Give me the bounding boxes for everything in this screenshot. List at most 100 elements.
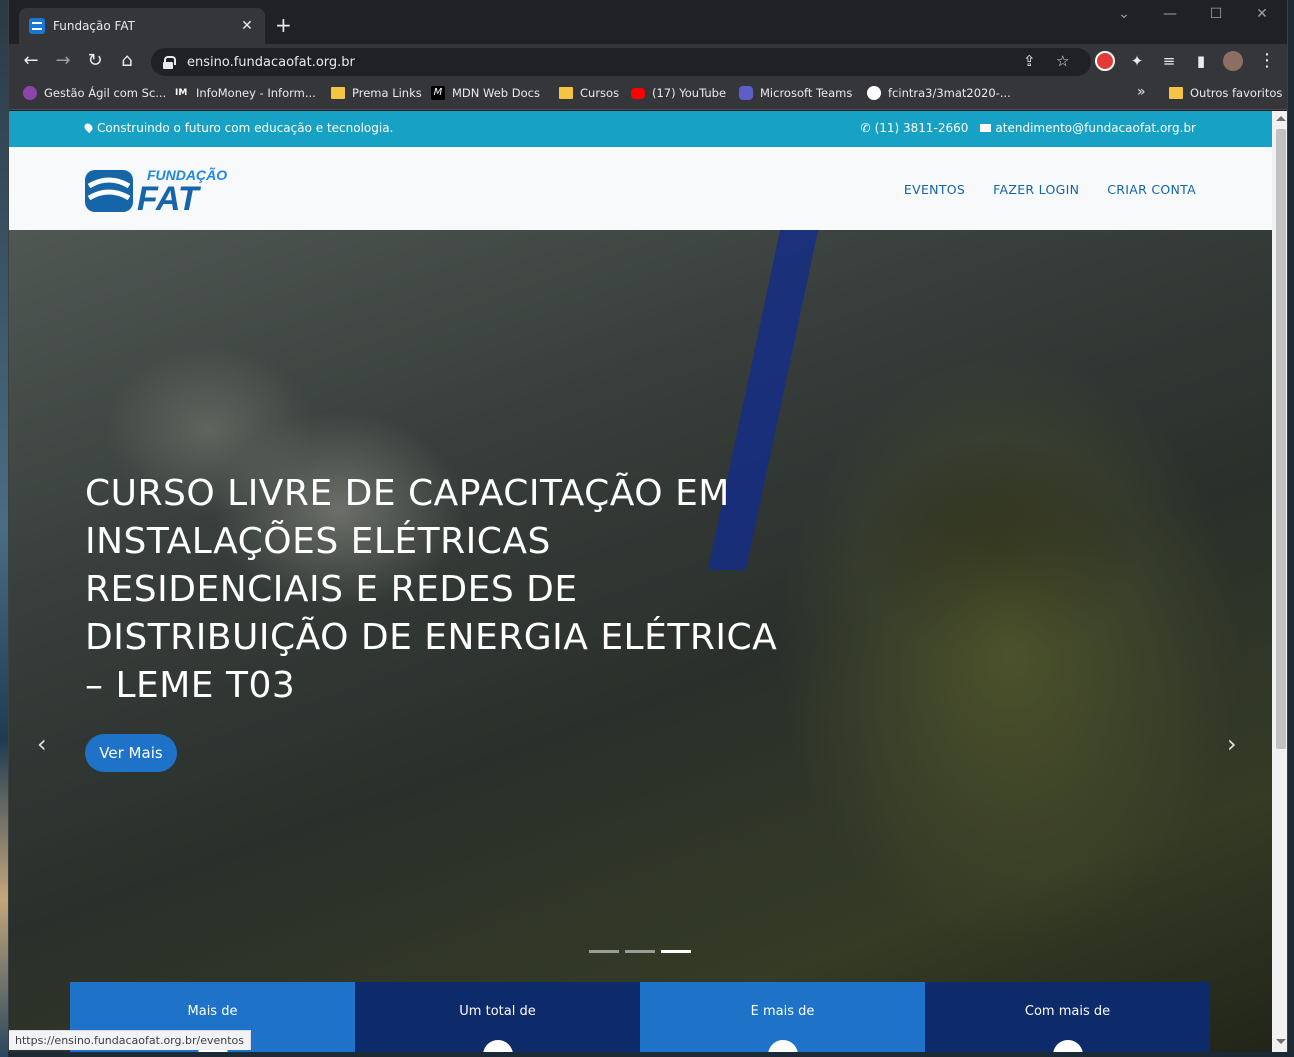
bookmark-label: Cursos xyxy=(580,86,620,100)
bookmark-label: Prema Links xyxy=(352,86,422,100)
page-scrollbar[interactable] xyxy=(1272,111,1287,1052)
close-window-button[interactable]: ✕ xyxy=(1239,6,1285,22)
folder-icon xyxy=(1169,87,1183,99)
stat-label: Um total de xyxy=(459,1004,536,1019)
bookmark-label: Outros favoritos xyxy=(1190,86,1283,100)
bookmark-label: MDN Web Docs xyxy=(452,86,540,100)
stat-icon xyxy=(767,1040,798,1052)
tab-title: Fundação FAT xyxy=(53,19,135,33)
phone-text: (11) 3811-2660 xyxy=(874,121,969,135)
reload-button[interactable]: ↻ xyxy=(83,51,107,71)
bookmarks-bar: Gestão Ágil com Sc... IM InfoMoney - Inf… xyxy=(9,78,1287,110)
scroll-up-icon[interactable] xyxy=(1276,116,1286,121)
nav-links: EVENTOS FAZER LOGIN CRIAR CONTA xyxy=(904,182,1196,197)
url-text[interactable]: ensino.fundacaofat.org.br xyxy=(187,55,355,70)
bookmark-infomoney[interactable]: IM InfoMoney - Inform... xyxy=(175,86,316,100)
stat-label: E mais de xyxy=(750,1004,815,1019)
bookmark-label: Microsoft Teams xyxy=(760,86,853,100)
star-icon[interactable]: ☆ xyxy=(1056,52,1069,70)
infomoney-icon: IM xyxy=(175,88,188,98)
lock-icon[interactable] xyxy=(163,56,176,69)
new-tab-button[interactable]: + xyxy=(275,14,292,36)
browser-window: Fundação FAT ✕ + ⌄ — ☐ ✕ ← → ↻ ⌂ ensino.… xyxy=(8,0,1288,1052)
back-button[interactable]: ← xyxy=(19,51,43,71)
page-viewport: Construindo o futuro com educação e tecn… xyxy=(9,111,1272,1052)
adblock-extension-icon[interactable] xyxy=(1095,51,1115,71)
hero-title: CURSO LIVRE DE CAPACITAÇÃO EM INSTALAÇÕE… xyxy=(85,473,778,706)
nav-criar-conta[interactable]: CRIAR CONTA xyxy=(1107,182,1196,197)
nav-fazer-login[interactable]: FAZER LOGIN xyxy=(993,182,1079,197)
browser-toolbar: ← → ↻ ⌂ ensino.fundacaofat.org.br ⇪ ☆ ✦ … xyxy=(9,44,1287,78)
extensions-icon[interactable]: ✦ xyxy=(1125,51,1149,71)
email-text: atendimento@fundacaofat.org.br xyxy=(995,121,1196,135)
bookmark-prema-links[interactable]: Prema Links xyxy=(331,86,422,100)
stat-card: E mais de xyxy=(640,982,925,1052)
minimize-button[interactable]: — xyxy=(1147,6,1193,22)
envelope-icon xyxy=(980,124,992,132)
mdn-icon: M xyxy=(431,86,445,100)
stat-icon xyxy=(1052,1040,1083,1052)
maximize-button[interactable]: ☐ xyxy=(1193,6,1239,22)
bookmark-github[interactable]: fcintra3/3mat2020-... xyxy=(867,86,1011,100)
bookmark-label: Gestão Ágil com Sc... xyxy=(44,86,167,100)
carousel-next-icon[interactable]: › xyxy=(1227,730,1237,758)
nav-eventos[interactable]: EVENTOS xyxy=(904,182,965,197)
contact-info: ✆ (11) 3811-2660 atendimento@fundacaofat.… xyxy=(861,121,1197,135)
map-marker-icon xyxy=(82,121,95,134)
media-control-icon[interactable]: ≡ xyxy=(1157,51,1181,71)
stat-icon xyxy=(482,1040,513,1052)
carousel-indicator-2[interactable] xyxy=(625,950,655,953)
close-icon[interactable]: ✕ xyxy=(239,18,255,34)
tagline-text: Construindo o futuro com educação e tecn… xyxy=(97,121,394,135)
bookmark-gestao-agil[interactable]: Gestão Ágil com Sc... xyxy=(23,86,166,100)
carousel-indicator-3[interactable] xyxy=(661,950,691,953)
scroll-down-icon[interactable] xyxy=(1276,1039,1286,1044)
bookmark-label: fcintra3/3mat2020-... xyxy=(888,86,1011,100)
tab-strip: Fundação FAT ✕ + ⌄ — ☐ ✕ xyxy=(9,0,1287,44)
stat-label: Com mais de xyxy=(1024,1004,1111,1019)
other-bookmarks-folder[interactable]: Outros favoritos xyxy=(1169,86,1282,100)
bookmark-youtube[interactable]: (17) YouTube xyxy=(631,86,726,100)
fat-favicon-icon xyxy=(29,18,45,34)
tab-fundacao-fat[interactable]: Fundação FAT ✕ xyxy=(19,8,265,44)
bookmark-teams[interactable]: Microsoft Teams xyxy=(739,86,852,100)
agile-icon xyxy=(23,86,37,100)
tab-search-icon[interactable]: ⌄ xyxy=(1101,6,1147,22)
address-bar[interactable]: ensino.fundacaofat.org.br ⇪ ☆ xyxy=(151,48,1091,76)
scrollbar-thumb[interactable] xyxy=(1276,129,1286,749)
stat-card: Um total de xyxy=(355,982,640,1052)
youtube-icon xyxy=(631,87,645,99)
carousel-indicators xyxy=(589,950,691,953)
stat-label: Mais de xyxy=(187,1004,238,1019)
side-panel-icon[interactable]: ▮ xyxy=(1189,51,1213,71)
share-icon[interactable]: ⇪ xyxy=(1023,52,1036,70)
desktop-background xyxy=(0,0,8,1057)
bookmark-mdn[interactable]: M MDN Web Docs xyxy=(431,86,540,100)
bookmark-label: (17) YouTube xyxy=(652,86,727,100)
stat-card: Com mais de xyxy=(925,982,1210,1052)
email-contact[interactable]: atendimento@fundacaofat.org.br xyxy=(980,121,1196,135)
tagline: Construindo o futuro com educação e tecn… xyxy=(82,121,394,135)
more-bookmarks-button[interactable]: » xyxy=(1137,84,1146,100)
bookmark-cursos[interactable]: Cursos xyxy=(559,86,619,100)
folder-icon xyxy=(559,87,573,99)
hero-carousel: CURSO LIVRE DE CAPACITAÇÃO EM INSTALAÇÕE… xyxy=(9,230,1272,1052)
carousel-prev-icon[interactable]: ‹ xyxy=(37,730,47,758)
phone-icon: ✆ xyxy=(860,121,871,135)
github-icon xyxy=(867,86,881,100)
carousel-indicator-1[interactable] xyxy=(589,950,619,953)
profile-avatar[interactable] xyxy=(1223,51,1243,71)
home-button[interactable]: ⌂ xyxy=(115,51,139,71)
logo-bottom-text: FAT xyxy=(137,180,202,214)
contact-topbar: Construindo o futuro com educação e tecn… xyxy=(9,111,1272,147)
bookmark-label: InfoMoney - Inform... xyxy=(196,86,316,100)
phone-contact[interactable]: ✆ (11) 3811-2660 xyxy=(861,121,969,135)
folder-icon xyxy=(331,87,345,99)
link-status-bar: https://ensino.fundacaofat.org.br/evento… xyxy=(9,1030,251,1050)
menu-icon[interactable]: ⋮ xyxy=(1255,51,1279,71)
ver-mais-button[interactable]: Ver Mais xyxy=(85,734,177,772)
site-navbar: FUNDAÇÃO FAT EVENTOS FAZER LOGIN CRIAR C… xyxy=(9,147,1272,230)
teams-icon xyxy=(739,86,753,100)
forward-button[interactable]: → xyxy=(51,51,75,71)
fundacao-fat-logo[interactable]: FUNDAÇÃO FAT xyxy=(85,164,245,214)
